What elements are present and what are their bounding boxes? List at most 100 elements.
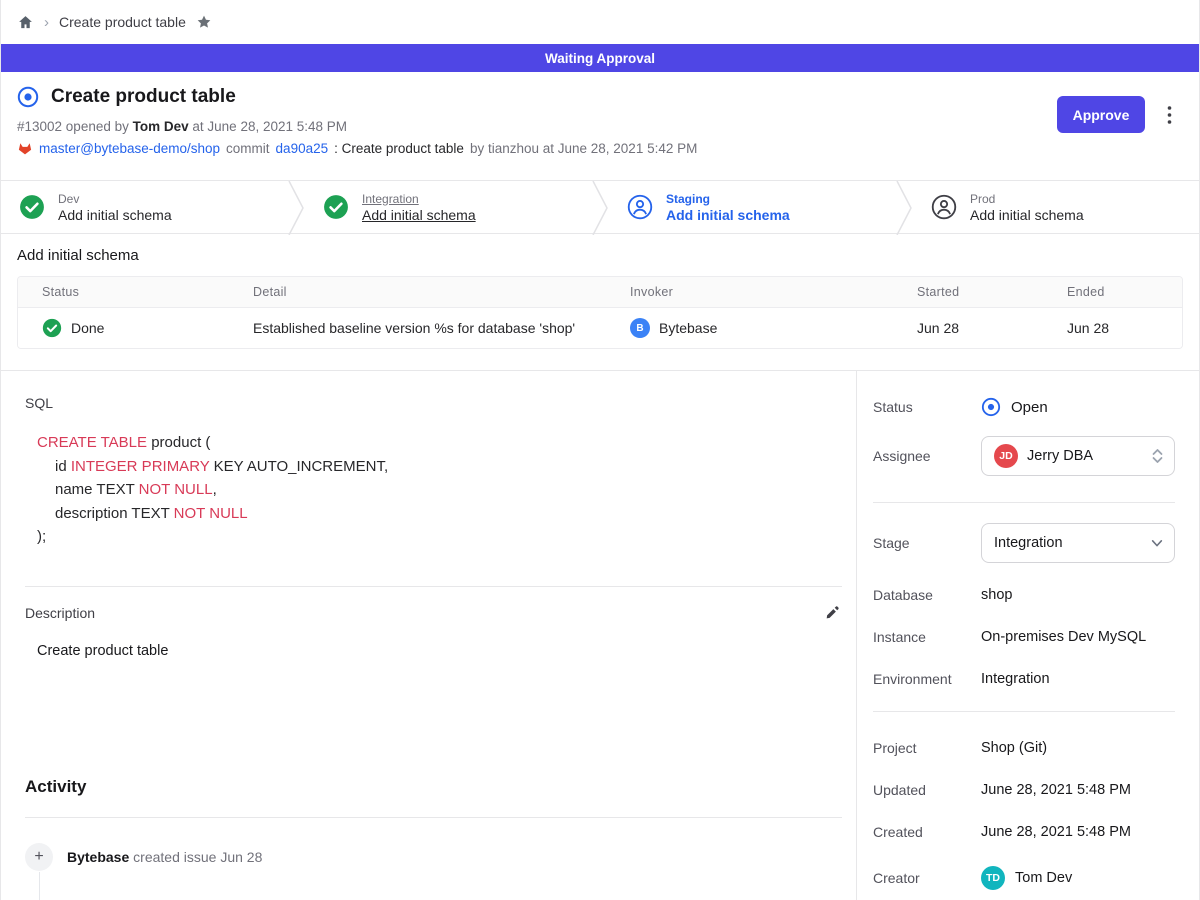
stage-task: Add initial schema	[58, 207, 172, 223]
approve-button[interactable]: Approve	[1057, 96, 1145, 133]
sql-label: SQL	[25, 395, 842, 411]
stage-pending-icon	[931, 194, 957, 220]
stage-task: Add initial schema	[362, 207, 476, 223]
assignee-select[interactable]: JD Jerry DBA	[981, 436, 1175, 476]
sidebar-row-updated: Updated June 28, 2021 5:48 PM	[873, 780, 1175, 800]
sidebar-divider	[873, 502, 1175, 503]
section-divider	[25, 586, 842, 587]
stage-chevron-separator	[591, 181, 609, 233]
stage-name: Dev	[58, 192, 172, 206]
stage-name: Prod	[970, 192, 1084, 206]
task-invoker: Bytebase	[659, 320, 717, 336]
chevron-down-icon	[1150, 536, 1164, 550]
sql-line: );	[25, 525, 842, 549]
col-ended: Ended	[1067, 285, 1182, 299]
task-status: Done	[71, 320, 104, 336]
home-icon[interactable]	[17, 14, 34, 31]
instance-value: On-premises Dev MySQL	[981, 629, 1146, 645]
pipeline-stage-bar: Dev Add initial schema Integration Add i…	[1, 180, 1199, 234]
sidebar-row-stage: Stage Integration	[873, 523, 1175, 563]
task-section-heading: Add initial schema	[17, 247, 1183, 264]
commit-byline: by tianzhou at June 28, 2021 5:42 PM	[470, 141, 697, 156]
col-invoker: Invoker	[630, 285, 917, 299]
stage-prod[interactable]: Prod Add initial schema	[913, 181, 1199, 233]
breadcrumb-separator-icon: ›	[44, 15, 49, 30]
activity-divider	[25, 817, 842, 818]
activity-item: + Bytebase created issue Jun 28	[25, 843, 842, 871]
sidebar-row-database: Database shop	[873, 585, 1175, 605]
stage-chevron-separator	[287, 181, 305, 233]
description-label: Description	[25, 605, 95, 621]
breadcrumb-page-label[interactable]: Create product table	[59, 14, 186, 30]
waiting-approval-banner: Waiting Approval	[1, 44, 1199, 72]
task-table-header: Status Detail Invoker Started Ended	[18, 277, 1182, 308]
stage-value: Integration	[994, 535, 1063, 551]
sidebar-row-created: Created June 28, 2021 5:48 PM	[873, 822, 1175, 842]
commit-hash-link[interactable]: da90a25	[276, 141, 329, 156]
stage-chevron-separator	[895, 181, 913, 233]
issue-meta: #13002 opened by Tom Dev at June 28, 202…	[17, 119, 1183, 134]
bytebase-avatar: B	[630, 318, 650, 338]
stage-task: Add initial schema	[970, 207, 1084, 223]
branch-link[interactable]: master@bytebase-demo/shop	[39, 141, 220, 156]
issue-title: Create product table	[51, 86, 236, 108]
sidebar-row-status: Status Open	[873, 395, 1175, 419]
activity-actor: Bytebase	[67, 849, 129, 865]
star-icon[interactable]	[196, 14, 212, 30]
stage-name: Integration	[362, 192, 476, 206]
sidebar-row-assignee: Assignee JD Jerry DBA	[873, 436, 1175, 476]
col-status: Status	[42, 285, 253, 299]
issue-detail-page: › Create product table Waiting Approval …	[0, 0, 1200, 900]
stage-dev[interactable]: Dev Add initial schema	[1, 181, 287, 233]
done-check-icon	[42, 318, 62, 338]
assignee-avatar: JD	[994, 444, 1018, 468]
issue-author: Tom Dev	[133, 119, 189, 134]
sql-line: name TEXT NOT NULL,	[25, 478, 842, 502]
banner-text: Waiting Approval	[545, 51, 655, 66]
commit-line: master@bytebase-demo/shop commit da90a25…	[17, 140, 1183, 156]
stage-select[interactable]: Integration	[981, 523, 1175, 563]
task-detail: Established baseline version %s for data…	[253, 320, 630, 336]
stage-task: Add initial schema	[666, 207, 790, 223]
activity-heading: Activity	[25, 777, 842, 797]
updown-chevron-icon	[1151, 448, 1164, 464]
gitlab-icon	[17, 140, 33, 156]
col-detail: Detail	[253, 285, 630, 299]
sql-line: CREATE TABLE product (	[25, 431, 842, 455]
task-started: Jun 28	[917, 320, 1067, 336]
task-section: Add initial schema Status Detail Invoker…	[1, 234, 1199, 370]
sql-line: description TEXT NOT NULL	[25, 502, 842, 526]
sql-code: CREATE TABLE product ( id INTEGER PRIMAR…	[25, 431, 842, 549]
updated-value: June 28, 2021 5:48 PM	[981, 782, 1131, 798]
issue-sidebar: Status Open Assignee JD Jerry DBA	[857, 371, 1199, 900]
more-actions-icon[interactable]	[1159, 104, 1179, 126]
issue-header: Create product table #13002 opened by To…	[1, 72, 1199, 180]
col-started: Started	[917, 285, 1067, 299]
edit-description-icon[interactable]	[822, 603, 842, 623]
sidebar-row-environment: Environment Integration	[873, 669, 1175, 689]
stage-pending-approval-icon	[627, 194, 653, 220]
table-row: Done Established baseline version %s for…	[18, 308, 1182, 348]
main-content: SQL CREATE TABLE product ( id INTEGER PR…	[1, 370, 1199, 900]
sidebar-row-project: Project Shop (Git)	[873, 738, 1175, 758]
created-value: June 28, 2021 5:48 PM	[981, 824, 1131, 840]
status-value: Open	[1011, 399, 1048, 416]
stage-done-icon	[19, 194, 45, 220]
task-ended: Jun 28	[1067, 320, 1182, 336]
database-value: shop	[981, 587, 1012, 603]
left-column: SQL CREATE TABLE product ( id INTEGER PR…	[1, 371, 857, 900]
plus-icon: +	[25, 843, 53, 871]
commit-message: : Create product table	[334, 141, 464, 156]
creator-avatar: TD	[981, 866, 1005, 890]
description-text: Create product table	[37, 643, 842, 659]
stage-done-icon	[323, 194, 349, 220]
stage-integration[interactable]: Integration Add initial schema	[305, 181, 591, 233]
stage-staging[interactable]: Staging Add initial schema	[609, 181, 895, 233]
sql-line: id INTEGER PRIMARY KEY AUTO_INCREMENT,	[25, 455, 842, 479]
creator-value: Tom Dev	[1015, 870, 1072, 886]
open-status-icon	[981, 397, 1001, 417]
issue-open-status-icon	[17, 86, 39, 108]
assignee-value: Jerry DBA	[1027, 448, 1093, 464]
task-table: Status Detail Invoker Started Ended Done…	[17, 276, 1183, 349]
activity-action: created issue Jun 28	[133, 849, 262, 865]
